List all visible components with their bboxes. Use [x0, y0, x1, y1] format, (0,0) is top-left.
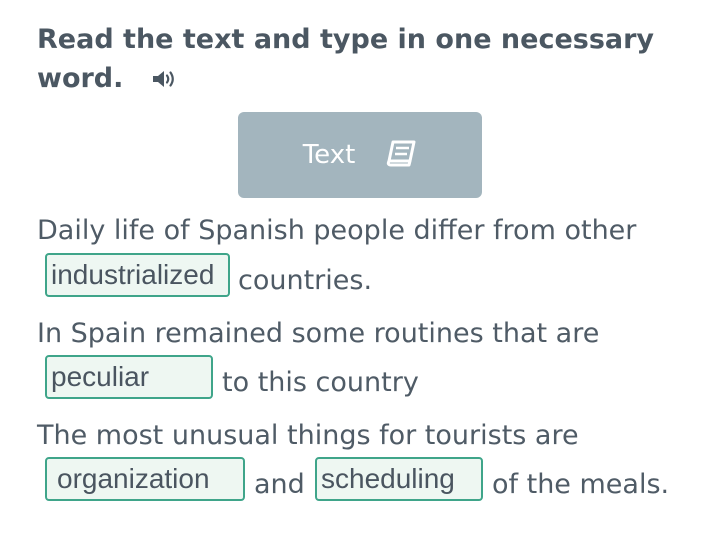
task-heading-text: Read the text and type in one necessary … — [37, 24, 655, 94]
answer-input-1[interactable]: industrialized — [45, 253, 230, 297]
answer-input-2[interactable]: peculiar — [45, 355, 213, 399]
sentence-3-text: The most unusual things for tourists are — [37, 420, 579, 451]
speaker-icon[interactable] — [151, 62, 179, 101]
text-button-label: Text — [302, 140, 356, 170]
book-icon — [385, 139, 417, 172]
text-button[interactable]: Text — [238, 112, 482, 198]
sentence-2-text: In Spain remained some routines that are — [37, 318, 600, 349]
sentence-2-tail: to this country — [222, 367, 419, 398]
answer-input-4[interactable]: scheduling — [315, 457, 483, 501]
sentence-3-middle: and — [254, 469, 305, 500]
sentence-3-tail: of the meals. — [492, 469, 670, 500]
sentence-1-text: Daily life of Spanish people differ from… — [37, 215, 637, 246]
task-heading: Read the text and type in one necessary … — [37, 20, 677, 101]
sentence-1-tail: countries. — [238, 265, 373, 296]
answer-input-3[interactable]: organization — [45, 457, 245, 501]
